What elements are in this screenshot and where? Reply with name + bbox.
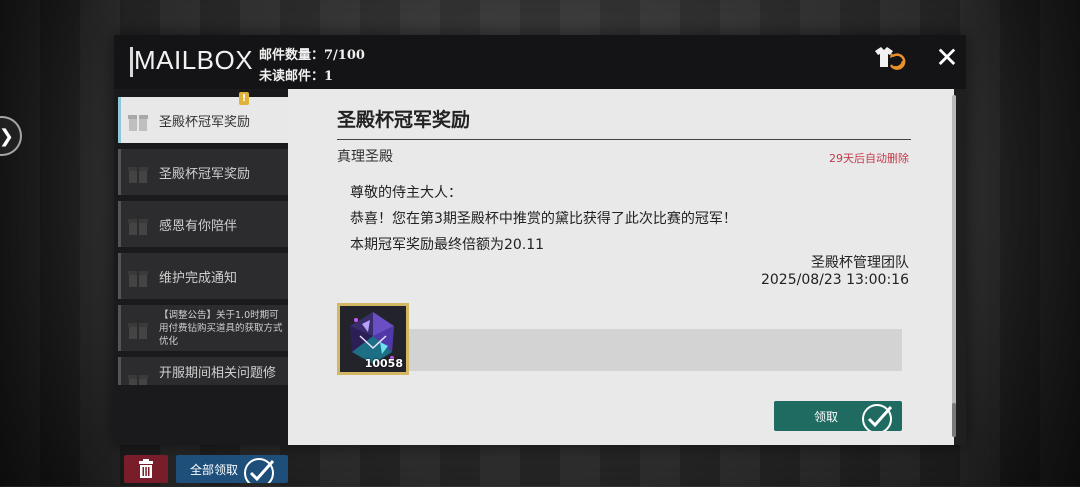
mailbox-panel: MAILBOX 邮件数量：7/100 未读邮件：1 ✕ 圣殿杯冠军奖励 ! 圣殿… — [114, 35, 966, 483]
item-indicator — [118, 253, 121, 299]
mail-list-item[interactable]: 【调整公告】关于1.0时期可用付费钻购买道具的获取方式优化 — [118, 305, 288, 351]
mail-count: 邮件数量：7/100 — [259, 48, 365, 63]
unread-badge: ! — [239, 92, 249, 105]
close-icon[interactable]: ✕ — [932, 43, 962, 73]
delete-button[interactable] — [124, 455, 168, 483]
outfit-swap-icon[interactable] — [872, 45, 906, 71]
mail-subject: 圣殿杯冠军奖励 — [159, 167, 251, 182]
mail-list-item[interactable]: 圣殿杯冠军奖励 — [118, 149, 288, 195]
page-title: MAILBOX — [134, 45, 254, 75]
mail-subject: 感恩有你陪伴 — [159, 219, 238, 234]
item-indicator — [118, 149, 121, 195]
title-divider — [337, 139, 911, 140]
gift-icon — [128, 167, 148, 183]
item-indicator — [118, 357, 121, 385]
signature-date: 2025/08/23 13:00:16 — [760, 272, 909, 288]
gift-icon — [128, 271, 148, 287]
chevron-right-icon: ❯ — [0, 125, 14, 147]
mail-body-line: 恭喜！您在第3期圣殿杯中推赏的黛比获得了此次比赛的冠军！ — [350, 211, 737, 227]
title-accent-bar — [130, 47, 133, 77]
gift-icon — [128, 375, 148, 385]
mail-list-item[interactable]: 开服期间相关问题修 — [118, 357, 288, 385]
signature-name: 圣殿杯管理团队 — [811, 255, 909, 271]
mail-list-item[interactable]: 感恩有你陪伴 — [118, 201, 288, 247]
item-indicator — [118, 201, 121, 247]
reward-item[interactable]: 10058 — [337, 303, 409, 375]
mailbox-header: MAILBOX 邮件数量：7/100 未读邮件：1 ✕ — [114, 35, 966, 89]
reward-strip — [406, 329, 902, 371]
check-icon — [862, 404, 893, 431]
mail-list: 圣殿杯冠军奖励 ! 圣殿杯冠军奖励 感恩有你陪伴 维护完成通知 【调整公告】关于… — [114, 89, 288, 483]
reward-count: 10058 — [364, 357, 403, 370]
mail-body-line: 本期冠军奖励最终倍额为20.11 — [350, 237, 545, 253]
mail-signature: 圣殿杯管理团队 2025/08/23 13:00:16 — [761, 255, 909, 289]
check-icon — [244, 458, 275, 483]
item-indicator — [118, 305, 121, 351]
collect-all-button[interactable]: 全部领取 — [176, 455, 288, 483]
scrollbar-thumb[interactable] — [952, 403, 956, 437]
unread-count: 未读邮件：1 — [259, 69, 334, 84]
mail-subject: 【调整公告】关于1.0时期可用付费钻购买道具的获取方式优化 — [159, 310, 283, 347]
trash-icon — [139, 459, 153, 478]
claim-button[interactable]: 领取 — [774, 401, 902, 431]
mail-detail: 圣殿杯冠军奖励 真理圣殿 29天后自动删除 尊敬的侍主大人： 恭喜！您在第3期圣… — [288, 89, 954, 445]
mail-greeting: 尊敬的侍主大人： — [350, 185, 462, 201]
collect-all-label: 全部领取 — [190, 463, 239, 477]
expire-notice: 29天后自动删除 — [829, 152, 909, 165]
gift-icon — [128, 219, 148, 235]
mail-list-item[interactable]: 维护完成通知 — [118, 253, 288, 299]
reward-item-frame: 10058 — [340, 306, 406, 372]
mail-subject: 维护完成通知 — [159, 271, 238, 286]
claim-label: 领取 — [814, 410, 839, 424]
mail-list-item[interactable]: 圣殿杯冠军奖励 ! — [118, 92, 288, 143]
gift-icon — [128, 115, 148, 131]
mail-sender: 真理圣殿 — [337, 149, 393, 165]
active-indicator — [118, 97, 121, 143]
scrollbar-track[interactable] — [952, 95, 956, 437]
mail-title: 圣殿杯冠军奖励 — [337, 109, 471, 131]
gift-icon — [128, 323, 148, 339]
mail-subject: 开服期间相关问题修 — [159, 366, 277, 381]
mail-subject: 圣殿杯冠军奖励 — [159, 115, 251, 130]
